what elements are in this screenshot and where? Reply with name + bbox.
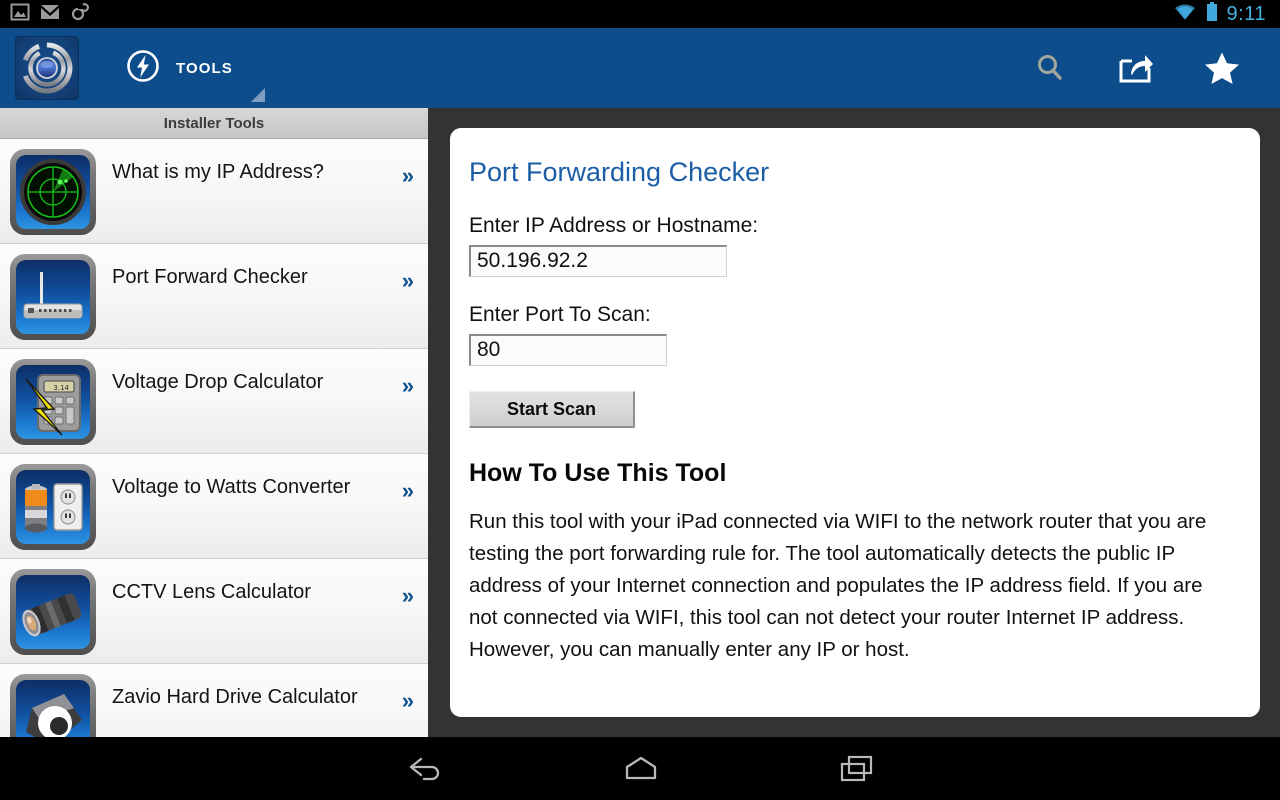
list-item-label: CCTV Lens Calculator: [112, 581, 311, 603]
list-item-label: Zavio Hard Drive Calculator: [112, 686, 358, 708]
gmail-icon: [40, 4, 60, 25]
sync-link-icon: [70, 2, 90, 27]
zavio-logo-icon: [10, 674, 96, 737]
status-notification-icons: [0, 2, 90, 27]
action-bar-buttons: [1030, 48, 1280, 88]
battery-outlet-icon: [10, 464, 96, 550]
tab-tools-label: TOOLS: [176, 59, 233, 77]
list-item-label: What is my IP Address?: [112, 161, 324, 183]
chevron-right-icon: »: [401, 478, 414, 503]
howto-paragraph: Run this tool with your iPad connected v…: [469, 510, 1207, 661]
android-tablet-screen: 9:11 TOOLS Installer Tools What is my IP…: [0, 0, 1280, 800]
port-input[interactable]: [469, 334, 667, 367]
list-item[interactable]: Voltage to Watts Converter »: [0, 454, 428, 559]
chevron-right-icon: »: [401, 373, 414, 398]
camera-lens-icon: [10, 569, 96, 655]
svg-text:3.14: 3.14: [53, 384, 69, 392]
android-navigation-bar: [0, 737, 1280, 800]
radar-icon: [10, 149, 96, 235]
calculator-lightning-icon: 3.14: [10, 359, 96, 445]
tab-selected-indicator: [250, 88, 265, 102]
search-icon[interactable]: [1030, 48, 1070, 88]
app-logo-lens-icon[interactable]: [16, 37, 78, 99]
share-icon[interactable]: [1116, 48, 1156, 88]
start-scan-button[interactable]: Start Scan: [469, 391, 635, 429]
port-field-label: Enter Port To Scan:: [469, 302, 651, 326]
page-title: Port Forwarding Checker: [469, 157, 770, 187]
list-item[interactable]: CCTV Lens Calculator »: [0, 559, 428, 664]
chevron-right-icon: »: [401, 583, 414, 608]
router-icon: [10, 254, 96, 340]
nav-recents-icon[interactable]: [777, 753, 937, 785]
ip-field-label: Enter IP Address or Hostname:: [469, 213, 759, 237]
list-section-header: Installer Tools: [0, 108, 428, 139]
list-section-header-label: Installer Tools: [163, 114, 265, 132]
star-icon[interactable]: [1202, 48, 1242, 88]
ip-address-input[interactable]: [469, 244, 727, 277]
nav-back-icon[interactable]: [345, 754, 505, 784]
status-system-icons: 9:11: [1173, 1, 1280, 27]
chevron-right-icon: »: [401, 268, 414, 293]
app-action-bar: TOOLS: [0, 28, 1280, 108]
list-item-label: Voltage to Watts Converter: [112, 476, 351, 498]
list-item-label: Voltage Drop Calculator: [112, 371, 324, 393]
content-pane: Port Forwarding Checker Enter IP Address…: [428, 108, 1280, 737]
howto-heading: How To Use This Tool: [469, 459, 727, 488]
nav-home-icon[interactable]: [561, 754, 721, 784]
tool-card: Port Forwarding Checker Enter IP Address…: [450, 128, 1260, 717]
lightning-bolt-circle-icon: [126, 49, 160, 88]
list-item[interactable]: Zavio Hard Drive Calculator »: [0, 664, 428, 737]
status-bar: 9:11: [0, 0, 1280, 28]
installer-tools-list[interactable]: Installer Tools What is my IP Address? »…: [0, 108, 428, 737]
chevron-right-icon: »: [401, 688, 414, 713]
list-item[interactable]: Port Forward Checker »: [0, 244, 428, 349]
status-clock: 9:11: [1226, 3, 1266, 25]
wifi-icon: [1173, 3, 1197, 26]
list-item-label: Port Forward Checker: [112, 266, 308, 288]
list-item[interactable]: What is my IP Address? »: [0, 139, 428, 244]
gallery-image-icon: [10, 2, 30, 27]
chevron-right-icon: »: [401, 163, 414, 188]
battery-icon: [1206, 1, 1218, 27]
list-item[interactable]: 3.14 Voltage Drop Calculator »: [0, 349, 428, 454]
tab-tools[interactable]: TOOLS: [126, 28, 273, 108]
